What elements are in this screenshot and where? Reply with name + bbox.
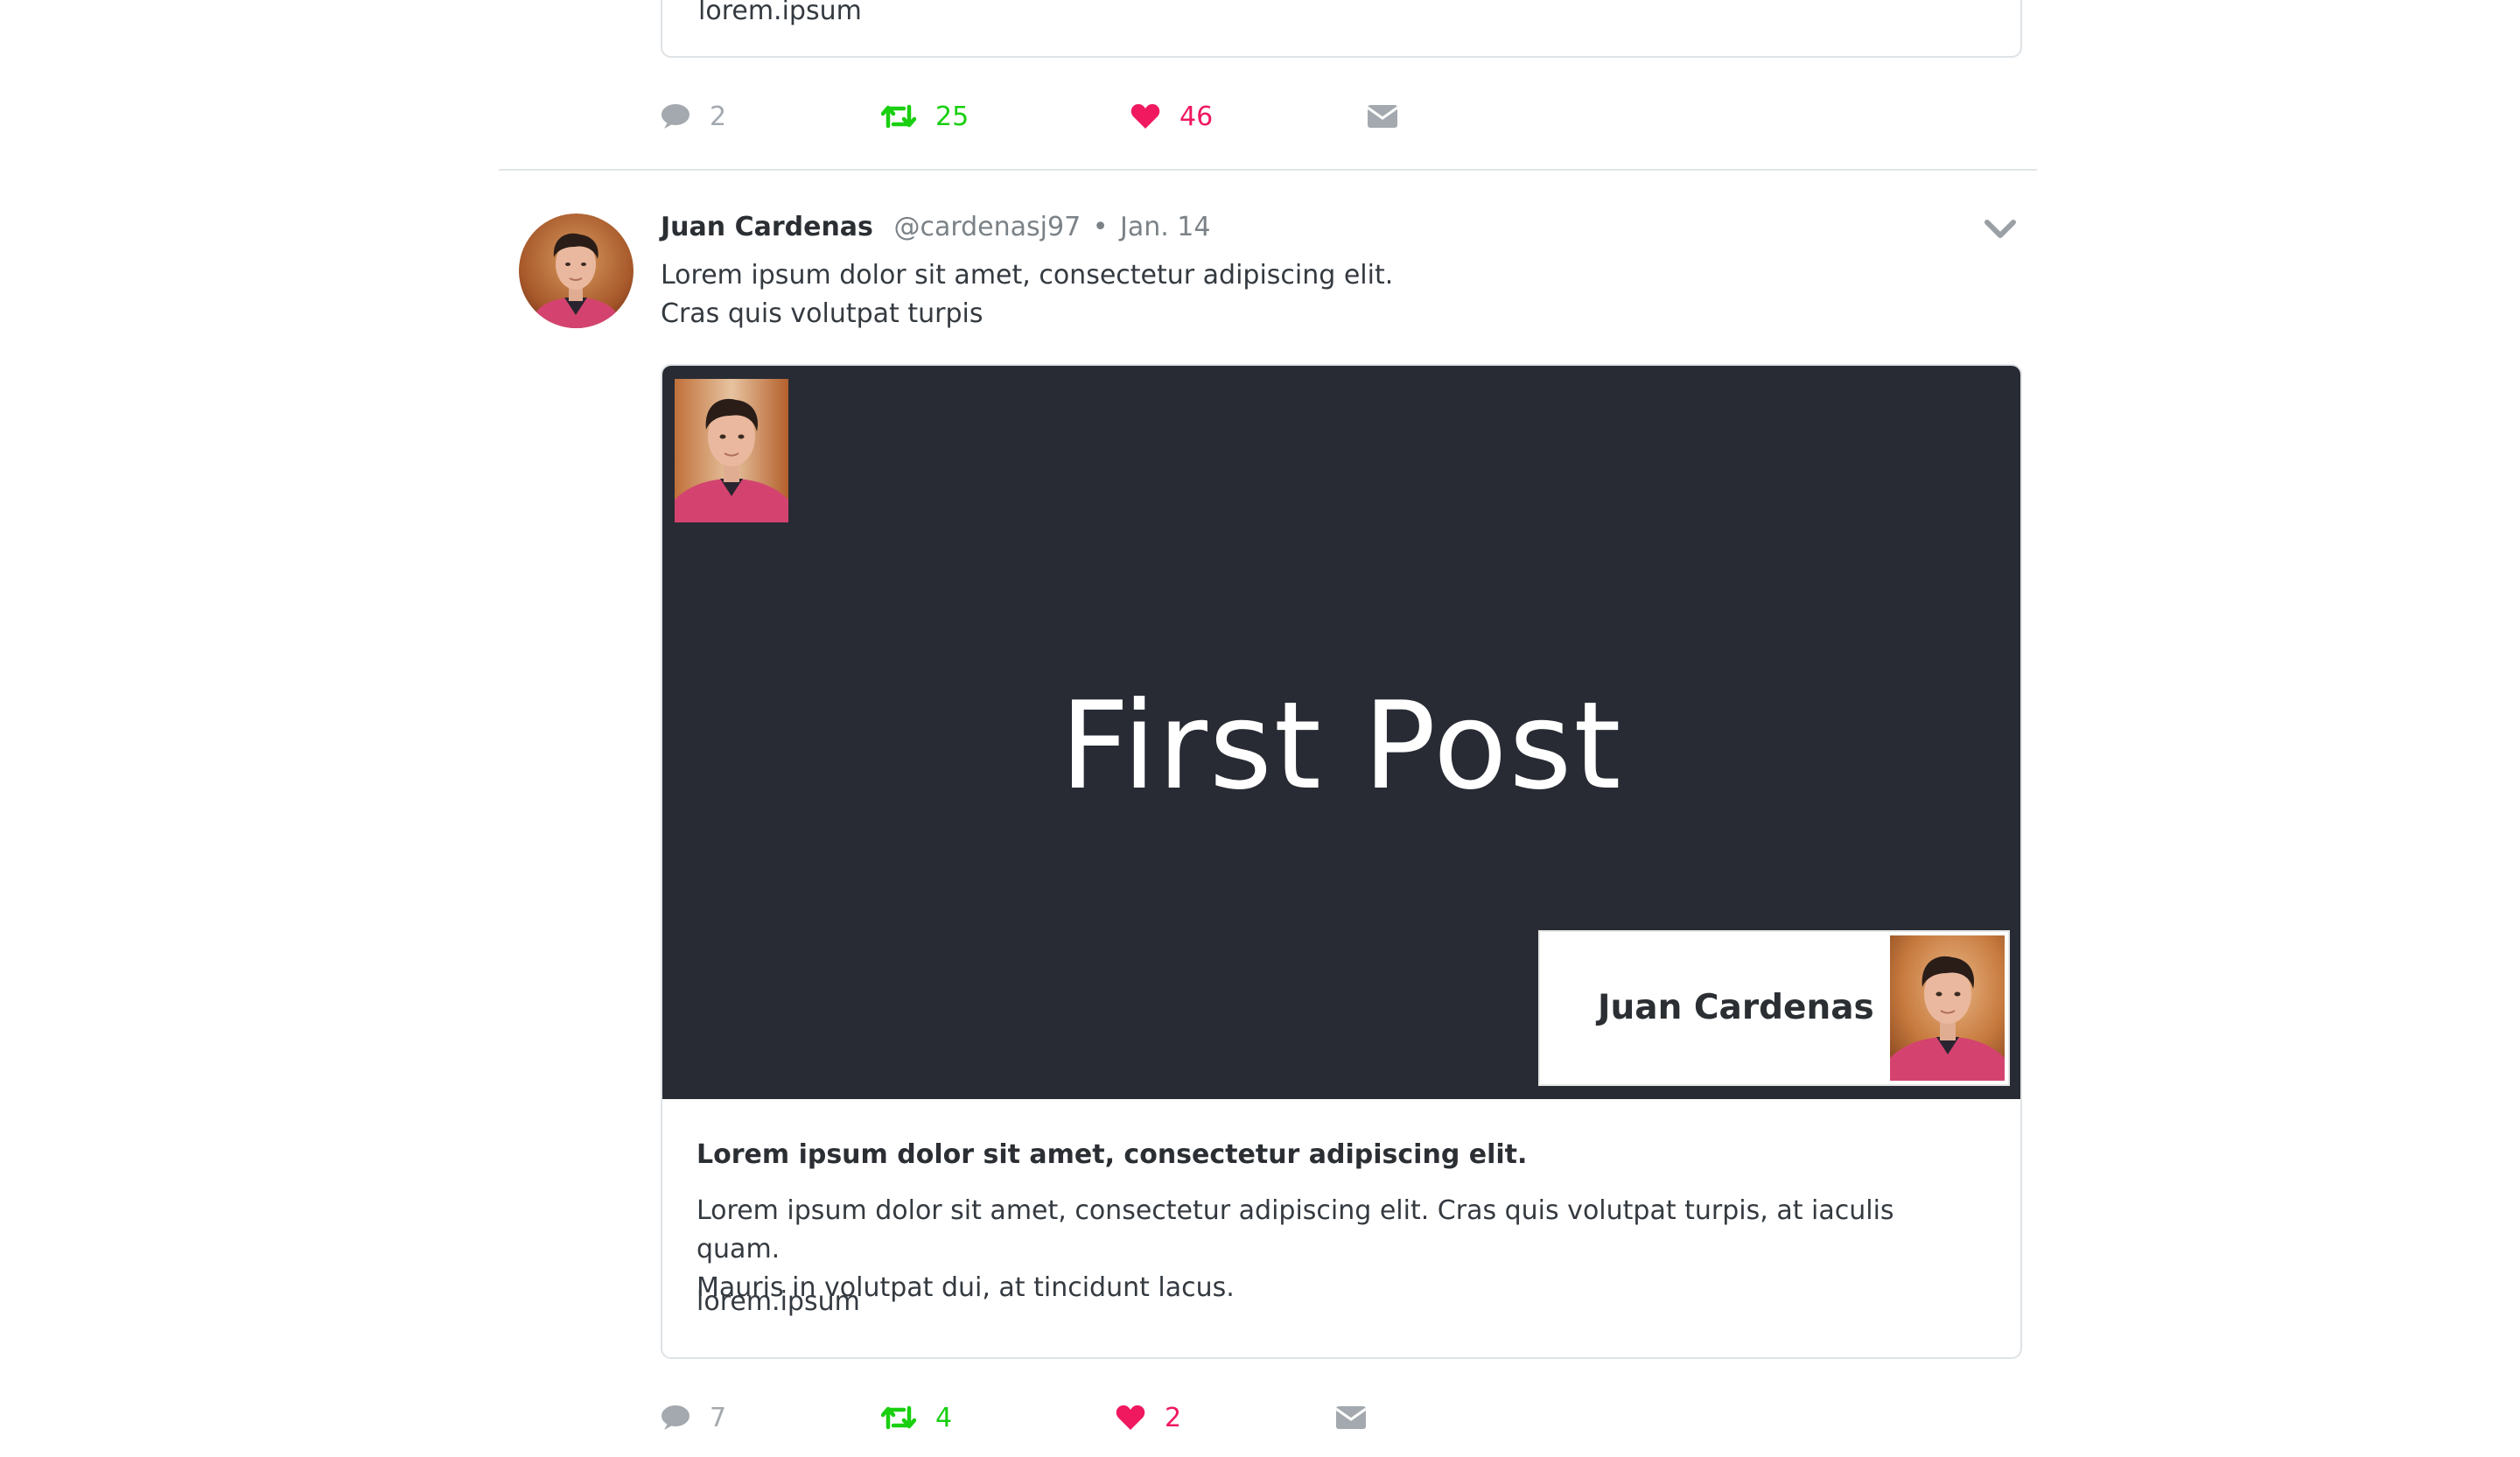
preview-image: First Post Juan Cardenas [662, 366, 2020, 1099]
retweet-icon [881, 103, 916, 130]
header-separator: • [1092, 212, 1109, 242]
retweet-count: 4 [935, 1402, 953, 1433]
comment-icon [661, 1404, 690, 1431]
card-link-text: lorem.ipsum [698, 0, 862, 26]
chevron-down-icon[interactable] [1983, 215, 2018, 242]
heart-icon [1130, 103, 1160, 130]
tweet-feed: lorem.ipsum 2 25 46 Juan Cardenas @carde… [0, 0, 2520, 1457]
slide-author-badge: Juan Cardenas [1538, 930, 2010, 1086]
slide-title: First Post [1060, 676, 1623, 816]
retweet-icon [881, 1404, 916, 1431]
slide-thumbnail-photo [675, 379, 788, 522]
card-description-line: Lorem ipsum dolor sit amet, consectetur … [696, 1195, 1894, 1264]
tweet-divider [499, 169, 2037, 171]
author-handle[interactable]: @cardenasj97 [893, 212, 1081, 242]
like-count: 46 [1180, 101, 1214, 132]
like-count: 2 [1165, 1402, 1182, 1433]
reply-button[interactable]: 7 [661, 1400, 726, 1435]
avatar[interactable] [519, 214, 634, 328]
reply-count: 7 [710, 1402, 727, 1433]
slide-author-name: Juan Cardenas [1598, 988, 1874, 1027]
tweet-text-line: Lorem ipsum dolor sit amet, consectetur … [661, 260, 1394, 291]
envelope-icon [1368, 105, 1397, 128]
tweet-text: Lorem ipsum dolor sit amet, consectetur … [661, 256, 1393, 333]
tweet-header: Juan Cardenas @cardenasj97 • Jan. 14 [661, 210, 1210, 245]
heart-icon [1116, 1404, 1145, 1431]
comment-icon [661, 103, 690, 130]
card-description: Lorem ipsum dolor sit amet, consectetur … [696, 1192, 1974, 1307]
like-button[interactable]: 46 [1130, 99, 1213, 134]
like-button[interactable]: 2 [1116, 1400, 1181, 1435]
slide-author-photo [1890, 935, 2005, 1081]
tweet-date[interactable]: Jan. 14 [1120, 212, 1211, 242]
direct-message-button[interactable] [1336, 1400, 1366, 1435]
author-name[interactable]: Juan Cardenas [661, 212, 873, 242]
reply-button[interactable]: 2 [661, 99, 726, 134]
card-description-line: Mauris in volutpat dui, at tincidunt lac… [696, 1272, 1235, 1303]
envelope-icon [1336, 1406, 1366, 1429]
retweet-count: 25 [935, 101, 970, 132]
card-title: Lorem ipsum dolor sit amet, consectetur … [696, 1139, 1528, 1170]
direct-message-button[interactable] [1368, 99, 1397, 134]
previous-link-card[interactable]: lorem.ipsum [661, 0, 2022, 58]
retweet-button[interactable]: 4 [881, 1400, 952, 1435]
tweet-text-line: Cras quis volutpat turpis [661, 298, 984, 329]
reply-count: 2 [710, 101, 727, 132]
retweet-button[interactable]: 25 [881, 99, 969, 134]
card-link-text[interactable]: lorem.ipsum [696, 1286, 860, 1317]
